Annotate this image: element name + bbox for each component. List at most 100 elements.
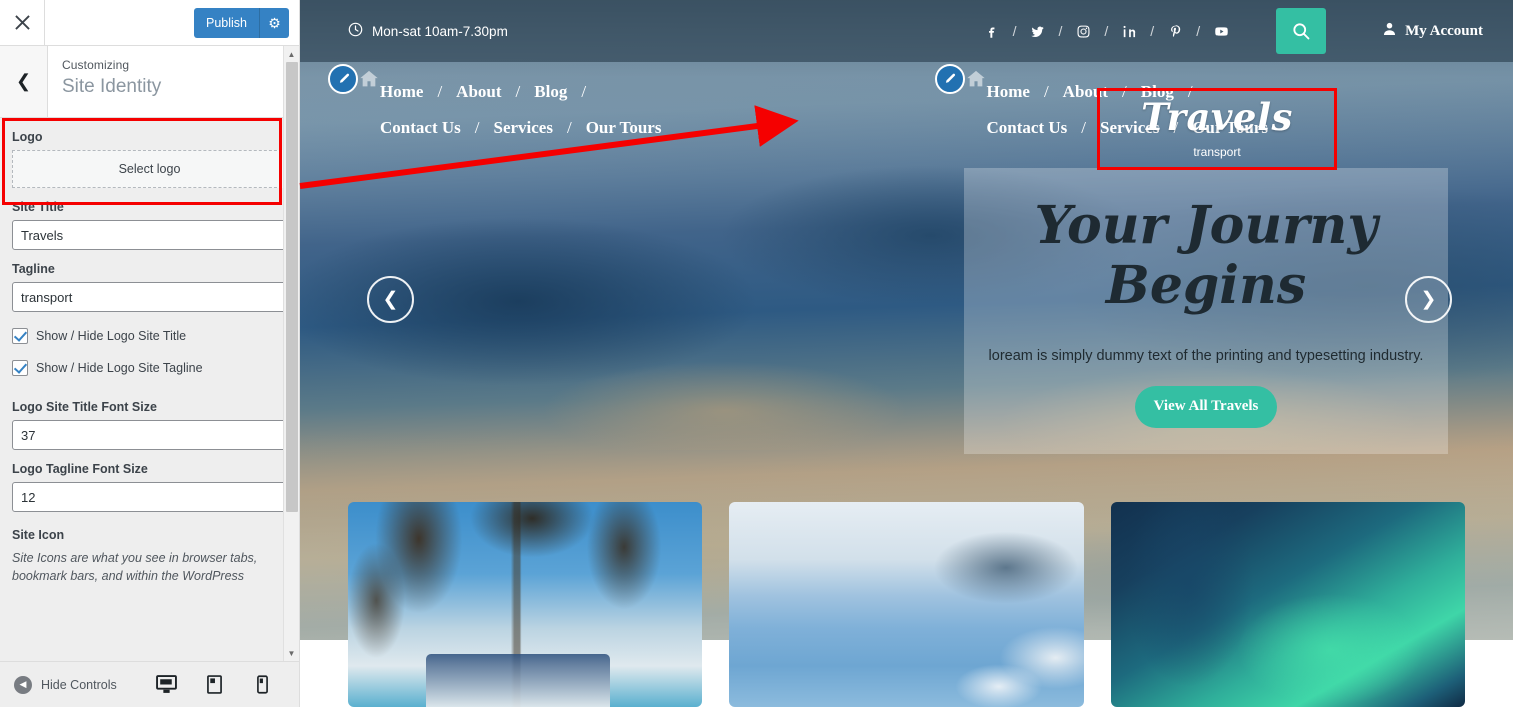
gear-glyph: ⚙ <box>268 14 281 31</box>
tablet-icon[interactable] <box>201 670 227 700</box>
publish-actions: Publish ⚙ <box>194 7 299 38</box>
close-icon[interactable] <box>0 0 45 45</box>
breadcrumb: Customizing <box>62 58 130 72</box>
hero-heading-line2: Begins <box>1105 254 1307 316</box>
collapse-icon: ◀ <box>14 675 32 694</box>
title-font-size-label: Logo Site Title Font Size <box>12 400 157 414</box>
panel-header: ❮ Customizing Site Identity <box>0 46 299 118</box>
hide-controls-label: Hide Controls <box>41 677 117 692</box>
tagline-font-size-label: Logo Tagline Font Size <box>12 462 148 476</box>
linkedin-icon[interactable] <box>1116 24 1142 39</box>
social-separator: / <box>1196 23 1201 39</box>
scrollbar-thumb[interactable] <box>286 62 298 512</box>
checkbox-show-hide-logo-title[interactable]: Show / Hide Logo Site Title <box>12 328 287 344</box>
publish-button[interactable]: Publish <box>194 7 259 38</box>
control-site-icon: Site Icon Site Icons are what you see in… <box>12 512 287 585</box>
facebook-icon[interactable] <box>979 24 1005 39</box>
control-logo: Logo Select logo <box>12 118 287 188</box>
youtube-icon[interactable] <box>1208 24 1234 39</box>
my-account-link[interactable]: My Account <box>1382 21 1483 42</box>
nav-separator: / <box>566 118 572 137</box>
customizer-screen: Publish ⚙ ❮ Customizing Site Identity Lo… <box>0 0 1513 707</box>
nav-item-services[interactable]: Services <box>493 110 552 146</box>
site-preview: Mon-sat 10am-7.30pm / / / / / My Account… <box>300 0 1513 707</box>
palm-beach-card[interactable] <box>348 502 703 707</box>
title-font-size-input[interactable] <box>12 420 287 450</box>
aurora-card[interactable] <box>1110 502 1465 707</box>
nav-separator: / <box>581 82 587 101</box>
logo-label: Logo <box>12 130 43 144</box>
desktop-icon[interactable] <box>153 670 179 700</box>
home-icon[interactable] <box>965 68 987 95</box>
social-separator: / <box>1104 23 1109 39</box>
hero-content-box: Your Journy Begins loream is simply dumm… <box>964 168 1448 454</box>
nav-separator: / <box>437 82 443 101</box>
nav-item-our-tours[interactable]: Our Tours <box>586 110 662 146</box>
carousel-prev-icon[interactable]: ❮ <box>367 276 414 323</box>
customizer-sidebar: Publish ⚙ ❮ Customizing Site Identity Lo… <box>0 0 300 707</box>
nav-separator: / <box>515 82 521 101</box>
checkbox-label: Show / Hide Logo Site Title <box>36 329 187 343</box>
page-title: Site Identity <box>62 76 162 97</box>
checkmark-icon[interactable] <box>12 328 28 344</box>
checkmark-icon[interactable] <box>12 360 28 376</box>
opening-hours-text: Mon-sat 10am-7.30pm <box>372 23 508 39</box>
sidebar-scrollbar[interactable]: ▲ ▼ <box>283 46 299 661</box>
nav-separator: / <box>1043 82 1049 101</box>
select-logo-button[interactable]: Select logo <box>12 150 287 188</box>
view-all-travels-button[interactable]: View All Travels <box>1135 385 1277 428</box>
instagram-icon[interactable] <box>1070 24 1096 39</box>
tagline-font-size-input[interactable] <box>12 482 287 512</box>
social-separator: / <box>1058 23 1063 39</box>
site-logo-title: Travels <box>1141 95 1293 139</box>
nav-separator: / <box>474 118 480 137</box>
home-icon[interactable] <box>358 68 380 95</box>
checkbox-label: Show / Hide Logo Site Tagline <box>36 361 203 375</box>
site-icon-description: Site Icons are what you see in browser t… <box>12 551 258 584</box>
site-title-input[interactable] <box>12 220 287 250</box>
device-preview-switcher <box>153 670 285 700</box>
site-icon-label: Site Icon <box>12 528 65 542</box>
nav-menu-left: Home / About / Blog / Contact Us / Servi… <box>348 74 678 146</box>
scroll-down-icon[interactable]: ▼ <box>284 645 299 661</box>
clock-icon <box>348 22 363 40</box>
social-separator: / <box>1150 23 1155 39</box>
nav-item-blog[interactable]: Blog <box>534 74 567 110</box>
nav-item-home[interactable]: Home <box>380 74 423 110</box>
nav-separator: / <box>1081 118 1086 137</box>
panel-header-text: Customizing Site Identity <box>48 46 175 117</box>
edit-pencil-icon[interactable] <box>934 64 965 94</box>
twitter-icon[interactable] <box>1025 24 1051 39</box>
featured-cards <box>300 502 1513 707</box>
nav-left: Home / About / Blog / Contact Us / Servi… <box>300 62 907 146</box>
mobile-icon[interactable] <box>249 670 275 700</box>
checkbox-show-hide-logo-tagline[interactable]: Show / Hide Logo Site Tagline <box>12 360 287 376</box>
back-icon[interactable]: ❮ <box>0 46 48 117</box>
tagline-input[interactable] <box>12 282 287 312</box>
pinterest-icon[interactable] <box>1162 24 1188 39</box>
scroll-up-icon[interactable]: ▲ <box>284 46 299 62</box>
customizer-footer: ◀ Hide Controls <box>0 661 299 707</box>
controls-scroll-area: Logo Select logo Site Title Tagline Show… <box>0 118 299 661</box>
nav-item-contact-us[interactable]: Contact Us <box>987 110 1068 146</box>
site-logo-block[interactable]: Travels transport <box>1097 88 1337 170</box>
control-tagline: Tagline <box>12 250 287 312</box>
carousel-next-icon[interactable]: ❯ <box>1405 276 1452 323</box>
hero-paragraph: loream is simply dummy text of the print… <box>988 347 1424 364</box>
search-button[interactable] <box>1276 8 1327 54</box>
my-account-label: My Account <box>1405 22 1483 39</box>
coastal-village-card[interactable] <box>729 502 1084 707</box>
site-title-label: Site Title <box>12 200 64 214</box>
edit-pencil-icon[interactable] <box>328 64 358 94</box>
site-topbar: Mon-sat 10am-7.30pm / / / / / My Account <box>300 0 1513 62</box>
nav-item-contact-us[interactable]: Contact Us <box>380 110 461 146</box>
search-icon <box>1293 23 1310 40</box>
nav-item-home[interactable]: Home <box>987 74 1030 110</box>
user-icon <box>1382 21 1397 42</box>
hero-heading-line1: Your Journy <box>1034 195 1378 256</box>
control-tagline-font-size: Logo Tagline Font Size <box>12 450 287 512</box>
control-site-title: Site Title <box>12 188 287 250</box>
nav-item-about[interactable]: About <box>456 74 501 110</box>
gear-icon[interactable]: ⚙ <box>259 7 289 38</box>
hide-controls-button[interactable]: ◀ Hide Controls <box>14 675 117 694</box>
